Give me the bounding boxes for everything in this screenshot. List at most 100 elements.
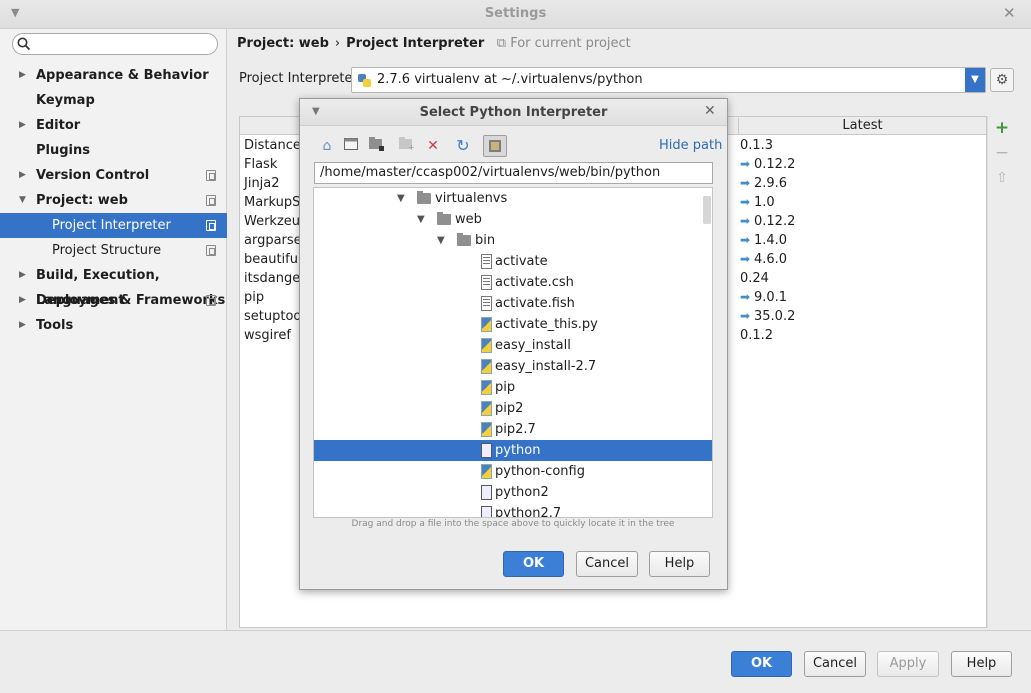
- breadcrumb-current: Project Interpreter: [346, 36, 485, 51]
- remove-package-icon[interactable]: −: [994, 145, 1010, 162]
- tree-item-label: pip2.7: [495, 422, 536, 437]
- dialog-help-button[interactable]: Help: [649, 551, 710, 577]
- python-file-icon: [481, 380, 492, 395]
- refresh-icon[interactable]: ↻: [453, 137, 473, 155]
- dialog-close-icon[interactable]: ✕: [704, 103, 716, 119]
- desktop-icon[interactable]: [341, 137, 361, 155]
- chevron-down-icon[interactable]: ▼: [417, 209, 425, 230]
- package-name[interactable]: itsdanger: [244, 269, 306, 288]
- tree-file[interactable]: pip2.7: [314, 419, 712, 440]
- sidebar-item[interactable]: ▶ Version Control: [0, 163, 227, 188]
- package-name[interactable]: argparse: [244, 231, 302, 250]
- settings-help-button[interactable]: Help: [951, 651, 1012, 677]
- sidebar-item[interactable]: Project Structure: [0, 238, 227, 263]
- package-name[interactable]: Flask: [244, 155, 277, 174]
- tree-file[interactable]: easy_install-2.7: [314, 356, 712, 377]
- chevron-down-icon[interactable]: ▼: [965, 68, 985, 92]
- executable-file-icon: [481, 485, 492, 500]
- tree-file[interactable]: python-config: [314, 461, 712, 482]
- show-hidden-files-icon[interactable]: [483, 135, 507, 157]
- tree-folder[interactable]: ▼ virtualenvs: [314, 188, 712, 209]
- window-close-icon[interactable]: ✕: [1003, 4, 1016, 22]
- hide-path-link[interactable]: Hide path: [659, 138, 722, 153]
- sidebar-item[interactable]: ▼ Project: web: [0, 188, 227, 213]
- settings-search-input[interactable]: [12, 33, 218, 55]
- sidebar-item-label: Version Control: [36, 168, 150, 183]
- upgrade-available-icon: ➡: [740, 195, 751, 209]
- tree-item-label: activate.csh: [495, 275, 574, 290]
- chevron-down-icon[interactable]: ▼: [397, 188, 405, 209]
- chevron-right-icon[interactable]: ▶: [19, 288, 26, 313]
- tree-item-label: activate: [495, 254, 548, 269]
- package-name[interactable]: Jinja2: [244, 174, 280, 193]
- package-latest: ➡ 0.12.2: [740, 212, 795, 231]
- tree-file[interactable]: activate.fish: [314, 293, 712, 314]
- python-file-icon: [481, 359, 492, 374]
- tree-item-label: easy_install-2.7: [495, 359, 597, 374]
- chevron-right-icon[interactable]: ▶: [19, 163, 26, 188]
- sidebar-item[interactable]: ▶ Languages & Frameworks: [0, 288, 227, 313]
- package-name[interactable]: wsgiref: [244, 326, 291, 345]
- upgrade-available-icon: ➡: [740, 252, 751, 266]
- latest-column-header[interactable]: Latest: [738, 118, 986, 135]
- tree-item-label: easy_install: [495, 338, 571, 353]
- chevron-right-icon[interactable]: ▶: [19, 113, 26, 138]
- add-package-icon[interactable]: +: [994, 120, 1010, 137]
- settings-apply-button[interactable]: Apply: [877, 651, 939, 677]
- package-latest-version: 1.4.0: [754, 233, 788, 248]
- settings-ok-button[interactable]: OK: [731, 651, 792, 677]
- tree-file[interactable]: python2: [314, 482, 712, 503]
- dialog-cancel-button[interactable]: Cancel: [576, 551, 638, 577]
- tree-item-label: pip2: [495, 401, 524, 416]
- tree-file[interactable]: activate_this.py: [314, 314, 712, 335]
- sidebar-item[interactable]: ▶ Tools: [0, 313, 227, 338]
- text-file-icon: [481, 275, 492, 290]
- settings-cancel-button[interactable]: Cancel: [804, 651, 866, 677]
- package-latest: ➡ 0.12.2: [740, 155, 795, 174]
- package-name[interactable]: pip: [244, 288, 264, 307]
- tree-folder[interactable]: ▼ bin: [314, 230, 712, 251]
- tree-item-label: python2: [495, 485, 549, 500]
- tree-file[interactable]: easy_install: [314, 335, 712, 356]
- drag-drop-hint: Drag and drop a file into the space abov…: [351, 519, 675, 529]
- package-name[interactable]: beautiful: [244, 250, 302, 269]
- sidebar-item[interactable]: Keymap: [0, 88, 227, 113]
- package-name[interactable]: Distance: [244, 136, 301, 155]
- file-tree[interactable]: ▼ virtualenvs ▼ web ▼ bin activate activate.csh…: [313, 187, 713, 518]
- chevron-down-icon[interactable]: ▼: [437, 230, 445, 251]
- dialog-ok-button[interactable]: OK: [503, 551, 564, 577]
- tree-folder[interactable]: ▼ web: [314, 209, 712, 230]
- package-latest: 0.1.2: [740, 326, 773, 345]
- sidebar-item[interactable]: Plugins: [0, 138, 227, 163]
- folder-icon: [417, 191, 431, 204]
- gear-icon[interactable]: ⚙: [990, 68, 1014, 92]
- package-name[interactable]: setuptool: [244, 307, 305, 326]
- tree-file[interactable]: pip2: [314, 398, 712, 419]
- folder-icon: [437, 212, 451, 225]
- tree-scrollbar-thumb[interactable]: [703, 196, 711, 224]
- delete-icon[interactable]: ✕: [423, 137, 443, 155]
- tree-file[interactable]: activate.csh: [314, 272, 712, 293]
- tree-file[interactable]: pip: [314, 377, 712, 398]
- tree-file[interactable]: activate: [314, 251, 712, 272]
- python-file-icon: [481, 317, 492, 332]
- chevron-down-icon[interactable]: ▼: [19, 188, 26, 213]
- new-folder-icon[interactable]: +: [397, 137, 417, 155]
- home-icon[interactable]: ⌂: [317, 137, 337, 155]
- sidebar-item-label: Appearance & Behavior: [36, 68, 209, 83]
- tree-file[interactable]: python2.7: [314, 503, 712, 517]
- upgrade-package-icon[interactable]: ⇧: [994, 170, 1010, 187]
- sidebar-item[interactable]: ▶ Appearance & Behavior: [0, 63, 227, 88]
- sidebar-item[interactable]: ▶ Build, Execution, Deployment: [0, 263, 227, 308]
- path-input[interactable]: /home/master/ccasp002/virtualenvs/web/bi…: [314, 162, 713, 184]
- project-folder-icon[interactable]: [367, 137, 387, 155]
- sidebar-item[interactable]: Project Interpreter: [0, 213, 227, 238]
- chevron-right-icon[interactable]: ▶: [19, 263, 26, 288]
- sidebar-item[interactable]: ▶ Editor: [0, 113, 227, 138]
- chevron-right-icon[interactable]: ▶: [19, 63, 26, 88]
- svg-text:+: +: [408, 143, 415, 151]
- tree-file[interactable]: python: [314, 440, 712, 461]
- interpreter-select[interactable]: 2.7.6 virtualenv at ~/.virtualenvs/pytho…: [351, 67, 986, 93]
- package-latest-version: 9.0.1: [754, 290, 788, 305]
- chevron-right-icon[interactable]: ▶: [19, 313, 26, 338]
